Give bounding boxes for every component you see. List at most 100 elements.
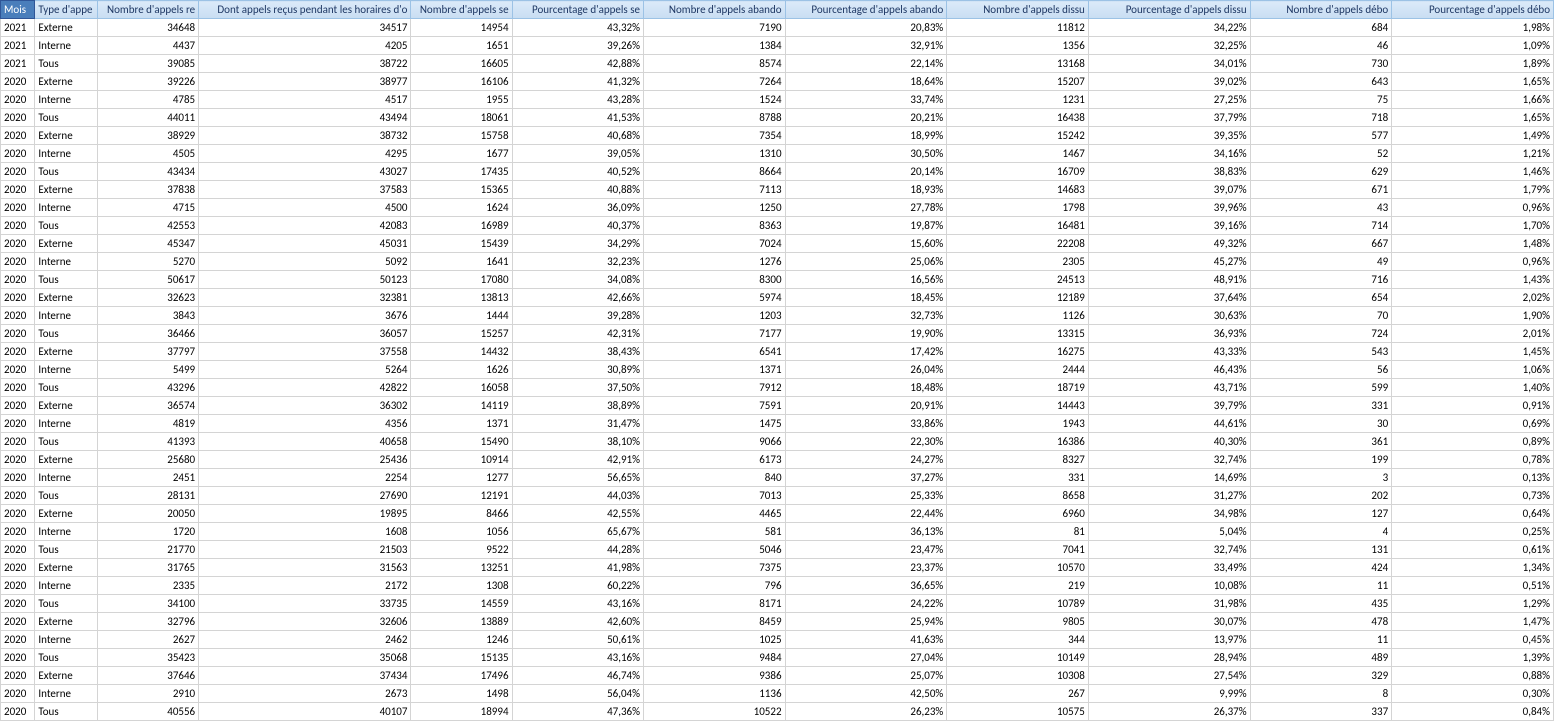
cell-pdis[interactable]: 30,63% <box>1088 307 1250 325</box>
cell-nabd[interactable]: 1136 <box>643 685 785 703</box>
cell-pabd[interactable]: 22,44% <box>785 505 947 523</box>
cell-ndis[interactable]: 10308 <box>947 667 1089 685</box>
cell-mois[interactable]: 2020 <box>1 487 35 505</box>
cell-mois[interactable]: 2020 <box>1 145 35 163</box>
cell-pabd[interactable]: 41,63% <box>785 631 947 649</box>
cell-ndis[interactable]: 7041 <box>947 541 1089 559</box>
cell-ndeb[interactable]: 4 <box>1250 523 1392 541</box>
cell-nrec[interactable]: 4785 <box>98 91 199 109</box>
cell-pdis[interactable]: 48,91% <box>1088 271 1250 289</box>
cell-mois[interactable]: 2020 <box>1 469 35 487</box>
cell-ndis[interactable]: 2444 <box>947 361 1089 379</box>
cell-nserv[interactable]: 14119 <box>411 397 512 415</box>
cell-type[interactable]: Interne <box>35 145 98 163</box>
cell-nrecho[interactable]: 4500 <box>199 199 411 217</box>
cell-type[interactable]: Tous <box>35 217 98 235</box>
col-header-nserv[interactable]: Nombre d'appels se <box>411 1 512 19</box>
cell-nrecho[interactable]: 2254 <box>199 469 411 487</box>
cell-ndis[interactable]: 2305 <box>947 253 1089 271</box>
cell-mois[interactable]: 2020 <box>1 397 35 415</box>
cell-nrec[interactable]: 21770 <box>98 541 199 559</box>
cell-ndeb[interactable]: 730 <box>1250 55 1392 73</box>
cell-ndeb[interactable]: 667 <box>1250 235 1392 253</box>
cell-nrec[interactable]: 2910 <box>98 685 199 703</box>
cell-nabd[interactable]: 1384 <box>643 37 785 55</box>
cell-nabd[interactable]: 7113 <box>643 181 785 199</box>
cell-pserv[interactable]: 41,53% <box>512 109 643 127</box>
cell-ndis[interactable]: 1356 <box>947 37 1089 55</box>
cell-pdeb[interactable]: 0,25% <box>1392 523 1554 541</box>
cell-nserv[interactable]: 1626 <box>411 361 512 379</box>
cell-type[interactable]: Tous <box>35 541 98 559</box>
cell-nrecho[interactable]: 35068 <box>199 649 411 667</box>
cell-nserv[interactable]: 15135 <box>411 649 512 667</box>
cell-nserv[interactable]: 14432 <box>411 343 512 361</box>
cell-nabd[interactable]: 8788 <box>643 109 785 127</box>
cell-nserv[interactable]: 1444 <box>411 307 512 325</box>
cell-nrec[interactable]: 5499 <box>98 361 199 379</box>
cell-pabd[interactable]: 25,06% <box>785 253 947 271</box>
cell-ndis[interactable]: 331 <box>947 469 1089 487</box>
cell-nrec[interactable]: 44011 <box>98 109 199 127</box>
cell-type[interactable]: Interne <box>35 91 98 109</box>
cell-nrec[interactable]: 38929 <box>98 127 199 145</box>
cell-nrec[interactable]: 3843 <box>98 307 199 325</box>
cell-pabd[interactable]: 15,60% <box>785 235 947 253</box>
cell-pdeb[interactable]: 1,09% <box>1392 37 1554 55</box>
cell-mois[interactable]: 2020 <box>1 199 35 217</box>
cell-nrec[interactable]: 50617 <box>98 271 199 289</box>
cell-type[interactable]: Interne <box>35 469 98 487</box>
cell-pdis[interactable]: 49,32% <box>1088 235 1250 253</box>
cell-type[interactable]: Interne <box>35 685 98 703</box>
cell-pdeb[interactable]: 0,30% <box>1392 685 1554 703</box>
cell-nrec[interactable]: 36466 <box>98 325 199 343</box>
cell-type[interactable]: Interne <box>35 577 98 595</box>
cell-pdis[interactable]: 27,54% <box>1088 667 1250 685</box>
cell-pdeb[interactable]: 1,66% <box>1392 91 1554 109</box>
cell-ndis[interactable]: 219 <box>947 577 1089 595</box>
cell-mois[interactable]: 2020 <box>1 163 35 181</box>
cell-nserv[interactable]: 18061 <box>411 109 512 127</box>
cell-type[interactable]: Tous <box>35 595 98 613</box>
cell-type[interactable]: Tous <box>35 433 98 451</box>
cell-mois[interactable]: 2021 <box>1 55 35 73</box>
cell-ndis[interactable]: 267 <box>947 685 1089 703</box>
cell-ndeb[interactable]: 543 <box>1250 343 1392 361</box>
cell-nrecho[interactable]: 43027 <box>199 163 411 181</box>
cell-nabd[interactable]: 10522 <box>643 703 785 721</box>
cell-nrecho[interactable]: 37583 <box>199 181 411 199</box>
cell-pdis[interactable]: 38,83% <box>1088 163 1250 181</box>
cell-pdis[interactable]: 26,37% <box>1088 703 1250 721</box>
cell-ndis[interactable]: 16481 <box>947 217 1089 235</box>
cell-type[interactable]: Externe <box>35 505 98 523</box>
cell-nserv[interactable]: 17496 <box>411 667 512 685</box>
cell-nrec[interactable]: 31765 <box>98 559 199 577</box>
col-header-pdis[interactable]: Pourcentage d'appels dissu <box>1088 1 1250 19</box>
cell-pdeb[interactable]: 0,84% <box>1392 703 1554 721</box>
cell-pdis[interactable]: 43,71% <box>1088 379 1250 397</box>
cell-nserv[interactable]: 16605 <box>411 55 512 73</box>
cell-mois[interactable]: 2020 <box>1 235 35 253</box>
cell-nserv[interactable]: 16106 <box>411 73 512 91</box>
cell-pdeb[interactable]: 1,47% <box>1392 613 1554 631</box>
cell-ndeb[interactable]: 8 <box>1250 685 1392 703</box>
cell-ndeb[interactable]: 478 <box>1250 613 1392 631</box>
cell-pdis[interactable]: 32,74% <box>1088 541 1250 559</box>
cell-nrec[interactable]: 37646 <box>98 667 199 685</box>
cell-pdis[interactable]: 37,64% <box>1088 289 1250 307</box>
cell-pserv[interactable]: 47,36% <box>512 703 643 721</box>
cell-pabd[interactable]: 25,33% <box>785 487 947 505</box>
cell-nserv[interactable]: 1955 <box>411 91 512 109</box>
col-header-nrecho[interactable]: Dont appels reçus pendant les horaires d… <box>199 1 411 19</box>
cell-ndis[interactable]: 1126 <box>947 307 1089 325</box>
col-header-nrec[interactable]: Nombre d'appels re <box>98 1 199 19</box>
cell-pabd[interactable]: 19,87% <box>785 217 947 235</box>
cell-type[interactable]: Interne <box>35 415 98 433</box>
cell-nabd[interactable]: 7375 <box>643 559 785 577</box>
cell-mois[interactable]: 2021 <box>1 37 35 55</box>
cell-nabd[interactable]: 796 <box>643 577 785 595</box>
cell-type[interactable]: Tous <box>35 55 98 73</box>
cell-nrec[interactable]: 1720 <box>98 523 199 541</box>
cell-pabd[interactable]: 22,14% <box>785 55 947 73</box>
cell-type[interactable]: Externe <box>35 667 98 685</box>
